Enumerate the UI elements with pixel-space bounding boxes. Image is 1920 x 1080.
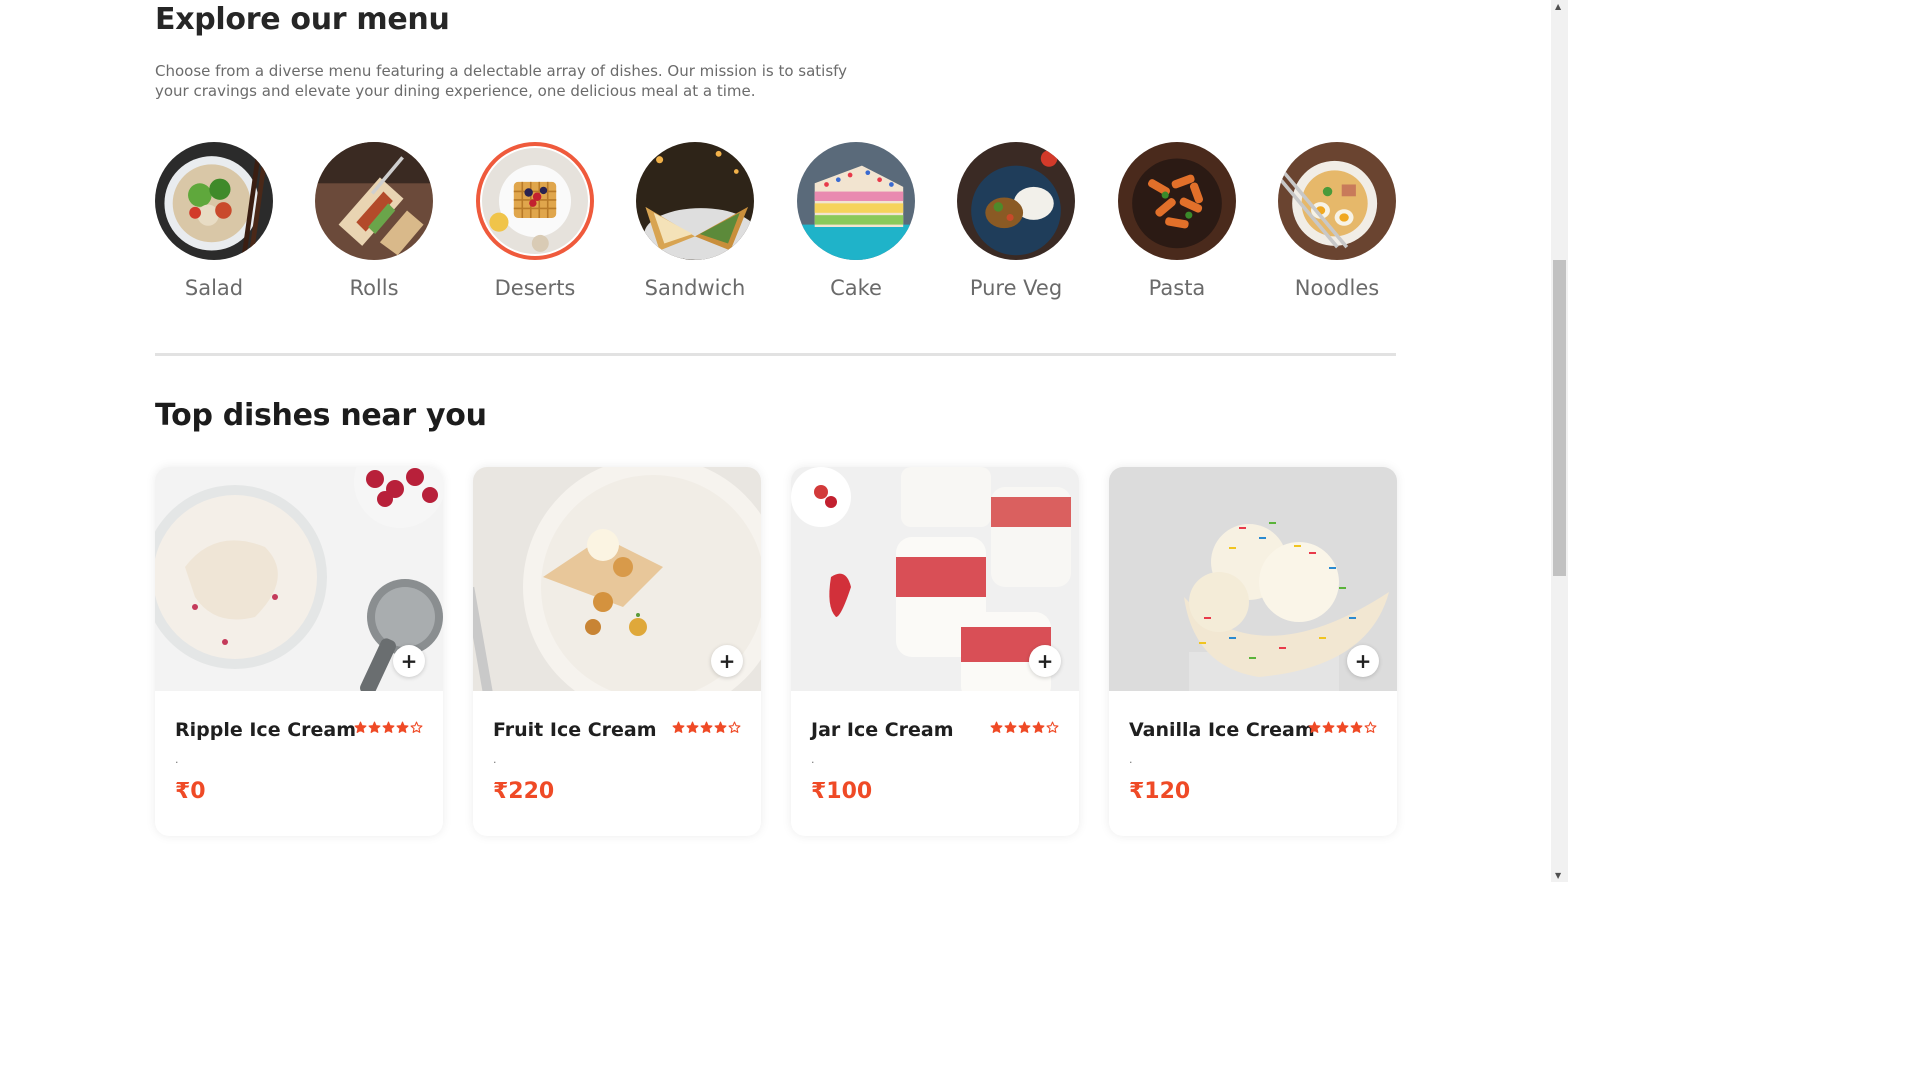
salad-bowl-image (155, 142, 273, 260)
star-filled-icon (382, 721, 395, 733)
star-filled-icon (368, 721, 381, 733)
dish-card[interactable]: + Ripple Ice Cream . ₹0 (155, 467, 443, 836)
dish-price: ₹100 (811, 779, 873, 804)
rating-stars (354, 721, 423, 734)
dish-price: ₹120 (1129, 779, 1191, 804)
star-empty-icon (1046, 721, 1059, 733)
pasta-image (1118, 142, 1236, 260)
dish-card[interactable]: + Fruit Ice Cream . ₹220 (473, 467, 761, 836)
star-empty-icon (1364, 721, 1377, 733)
star-empty-icon (410, 721, 423, 733)
dish-description: . (175, 753, 179, 766)
scroll-down-arrow-icon[interactable]: ▼ (1555, 871, 1561, 880)
star-filled-icon (672, 721, 685, 733)
category-label: Pasta (1148, 276, 1206, 300)
ripple-ice-cream-photo: + (155, 467, 443, 691)
sandwich-image (636, 142, 754, 260)
explore-menu-description: Choose from a diverse menu featuring a d… (155, 62, 848, 100)
fruit-ice-cream-photo: + (473, 467, 761, 691)
rating-stars (672, 721, 741, 734)
scroll-up-arrow-icon[interactable]: ▲ (1555, 2, 1561, 11)
category-pure-veg[interactable]: Pure Veg (957, 142, 1075, 300)
category-deserts[interactable]: Deserts (476, 142, 594, 300)
star-filled-icon (1308, 721, 1321, 733)
cake-image (797, 142, 915, 260)
category-salad[interactable]: Salad (155, 142, 273, 300)
star-filled-icon (1018, 721, 1031, 733)
add-to-cart-button[interactable]: + (1347, 645, 1379, 677)
dish-price: ₹0 (175, 779, 206, 804)
category-cake[interactable]: Cake (797, 142, 915, 300)
noodles-bowl-image (1278, 142, 1396, 260)
category-pasta[interactable]: Pasta (1118, 142, 1236, 300)
star-filled-icon (990, 721, 1003, 733)
star-empty-icon (728, 721, 741, 733)
star-filled-icon (1004, 721, 1017, 733)
dish-name: Fruit Ice Cream (493, 719, 657, 741)
section-divider (155, 353, 1396, 356)
star-filled-icon (1350, 721, 1363, 733)
rating-stars (990, 721, 1059, 734)
star-filled-icon (1336, 721, 1349, 733)
add-to-cart-button[interactable]: + (711, 645, 743, 677)
scrollbar-thumb[interactable] (1553, 260, 1566, 576)
category-label: Pure Veg (969, 276, 1063, 300)
top-dishes-title: Top dishes near you (155, 398, 487, 433)
star-filled-icon (686, 721, 699, 733)
star-filled-icon (714, 721, 727, 733)
category-label: Cake (830, 276, 882, 300)
category-rolls[interactable]: Rolls (315, 142, 433, 300)
dish-card-list: + Ripple Ice Cream . ₹0 + Fruit Ice Crea… (155, 467, 1397, 836)
dish-name: Vanilla Ice Cream (1129, 719, 1315, 741)
waffle-dessert-image (476, 142, 594, 260)
dish-price: ₹220 (493, 779, 555, 804)
category-label: Deserts (494, 276, 576, 300)
category-label: Sandwich (644, 276, 746, 300)
rolls-image (315, 142, 433, 260)
dish-description: . (811, 753, 815, 766)
category-list: Salad Rolls Deserts Sandwich Cake Pure V… (155, 142, 1396, 312)
dish-name: Ripple Ice Cream (175, 719, 357, 741)
star-filled-icon (396, 721, 409, 733)
veg-plate-image (957, 142, 1075, 260)
star-filled-icon (1032, 721, 1045, 733)
dish-description: . (493, 753, 497, 766)
add-to-cart-button[interactable]: + (393, 645, 425, 677)
rating-stars (1308, 721, 1377, 734)
dish-card[interactable]: + Jar Ice Cream . ₹100 (791, 467, 1079, 836)
jar-ice-cream-photo: + (791, 467, 1079, 691)
category-label: Salad (184, 276, 244, 300)
vanilla-ice-cream-photo: + (1109, 467, 1397, 691)
vertical-scrollbar[interactable]: ▲ ▼ (1551, 0, 1568, 882)
category-label: Rolls (349, 276, 399, 300)
category-sandwich[interactable]: Sandwich (636, 142, 754, 300)
dish-description: . (1129, 753, 1133, 766)
category-noodles[interactable]: Noodles (1278, 142, 1396, 300)
dish-card[interactable]: + Vanilla Ice Cream . ₹120 (1109, 467, 1397, 836)
star-filled-icon (700, 721, 713, 733)
star-filled-icon (354, 721, 367, 733)
explore-menu-title: Explore our menu (155, 2, 450, 37)
add-to-cart-button[interactable]: + (1029, 645, 1061, 677)
dish-name: Jar Ice Cream (811, 719, 954, 741)
star-filled-icon (1322, 721, 1335, 733)
category-label: Noodles (1294, 276, 1380, 300)
